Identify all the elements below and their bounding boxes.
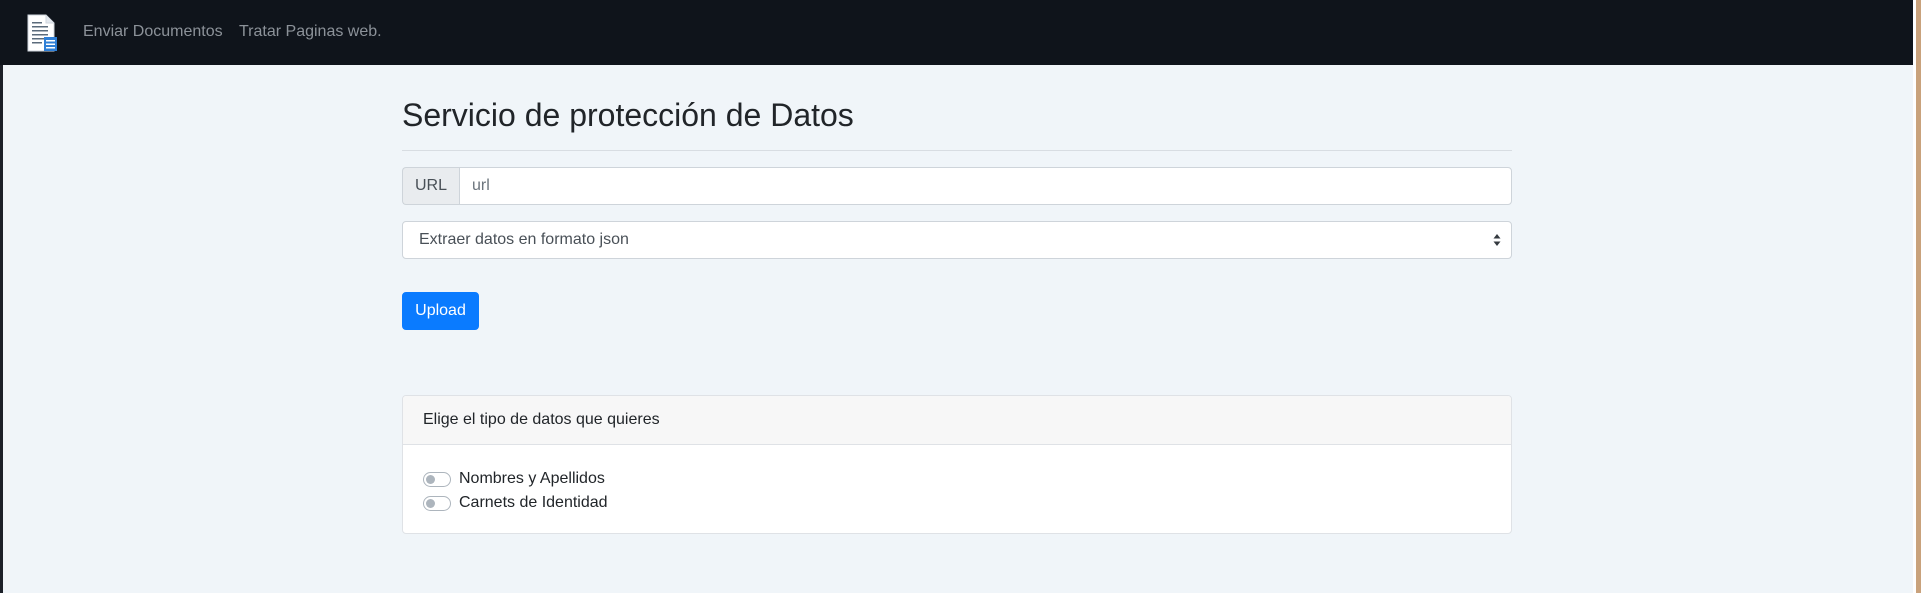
left-edge (0, 0, 3, 593)
option-nombres-apellidos: Nombres y Apellidos (423, 467, 1491, 491)
title-divider (402, 150, 1512, 151)
document-icon[interactable] (26, 14, 60, 54)
option-label-carnets-identidad[interactable]: Carnets de Identidad (459, 494, 608, 512)
nav-link-enviar-documentos[interactable]: Enviar Documentos (83, 23, 223, 41)
format-select-value: Extraer datos en formato json (419, 231, 629, 248)
right-edge-border (1916, 0, 1921, 593)
toggle-knob (426, 498, 435, 508)
upload-button[interactable]: Upload (402, 292, 479, 330)
page: Enviar Documentos Tratar Paginas web. Se… (0, 0, 1921, 593)
select-arrows-icon (1493, 233, 1501, 247)
toggle-switch-carnets-identidad[interactable] (423, 495, 451, 511)
page-title: Servicio de protección de Datos (402, 97, 854, 133)
url-input-group: URL (402, 167, 1512, 205)
url-input[interactable] (459, 167, 1512, 205)
toggle-knob (426, 474, 435, 484)
toggle-switch-nombres-apellidos[interactable] (423, 471, 451, 487)
navbar: Enviar Documentos Tratar Paginas web. (0, 0, 1913, 65)
option-label-nombres-apellidos[interactable]: Nombres y Apellidos (459, 470, 605, 488)
url-prefix-label: URL (402, 167, 459, 205)
nav-link-tratar-paginas-web[interactable]: Tratar Paginas web. (239, 23, 382, 41)
card-body: Nombres y Apellidos Carnets de Identidad (403, 445, 1511, 515)
card-header: Elige el tipo de datos que quieres (403, 396, 1511, 445)
format-select[interactable]: Extraer datos en formato json (402, 221, 1512, 259)
data-types-card: Elige el tipo de datos que quieres Nombr… (402, 395, 1512, 534)
option-carnets-identidad: Carnets de Identidad (423, 491, 1491, 515)
